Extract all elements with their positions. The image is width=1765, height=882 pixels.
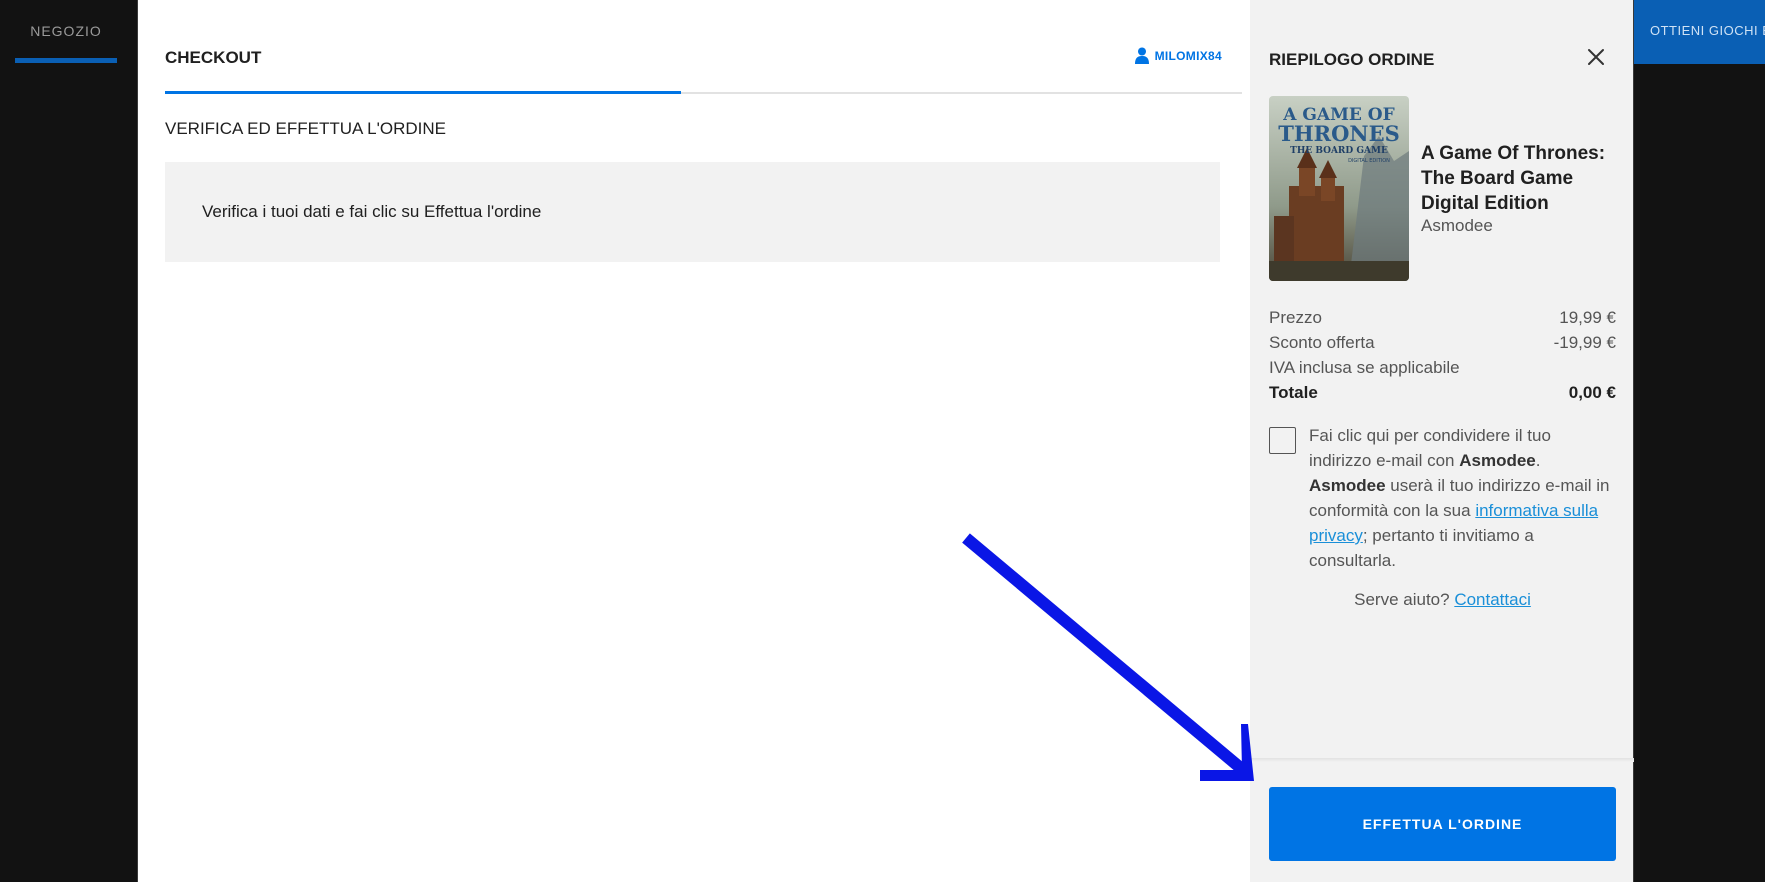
- help-line: Serve aiuto? Contattaci: [1269, 590, 1616, 610]
- nav-active-indicator: [15, 58, 117, 63]
- svg-text:THE BOARD GAME: THE BOARD GAME: [1290, 146, 1388, 156]
- nav-store-tab[interactable]: NEGOZIO: [15, 0, 117, 64]
- total-value: 0,00 €: [1568, 383, 1616, 402]
- total-label: Totale: [1269, 383, 1318, 402]
- help-text: Serve aiuto?: [1354, 590, 1450, 609]
- nav-get-games-button[interactable]: OTTIENI GIOCHI EP: [1634, 0, 1765, 64]
- price-label: Prezzo: [1269, 308, 1322, 327]
- discount-value: -19,99 €: [1553, 333, 1616, 352]
- progress-active: [165, 91, 681, 94]
- footer-divider: [1250, 758, 1634, 762]
- discount-label: Sconto offerta: [1269, 333, 1375, 352]
- checkout-panel: CHECKOUT MILOMIX84 VERIFICA ED EFFETTUA …: [137, 0, 1250, 882]
- user-icon: [1134, 47, 1149, 64]
- total-row: Totale 0,00 €: [1269, 383, 1616, 403]
- summary-title: RIEPILOGO ORDINE: [1269, 50, 1435, 69]
- game-cover-image: A GAME OF THRONES THE BOARD GAME DIGITAL…: [1269, 96, 1409, 281]
- info-text: Verifica i tuoi dati e fai clic su Effet…: [202, 202, 542, 221]
- svg-text:THRONES: THRONES: [1278, 121, 1400, 146]
- consent-part2: .: [1535, 451, 1541, 470]
- price-row: Prezzo 19,99 €: [1269, 308, 1616, 328]
- vat-row: IVA inclusa se applicabile: [1269, 358, 1616, 378]
- username: MILOMIX84: [1154, 48, 1222, 63]
- contact-link[interactable]: Contattaci: [1454, 590, 1531, 609]
- svg-text:DIGITAL EDITION: DIGITAL EDITION: [1348, 158, 1390, 164]
- close-icon[interactable]: [1585, 46, 1607, 68]
- share-email-checkbox[interactable]: [1269, 427, 1296, 454]
- info-box: Verifica i tuoi dati e fai clic su Effet…: [165, 162, 1220, 262]
- account-indicator: MILOMIX84: [1134, 47, 1222, 64]
- publisher-name: Asmodee: [1421, 216, 1493, 235]
- order-summary-panel: RIEPILOGO ORDINE A GAME OF THRONES THE B…: [1250, 0, 1634, 882]
- consent-publisher: Asmodee: [1459, 451, 1536, 470]
- game-title: A Game Of Thrones: The Board Game Digita…: [1421, 143, 1606, 214]
- place-order-button[interactable]: EFFETTUA L'ORDINE: [1269, 787, 1616, 861]
- consent-publisher-2: Asmodee: [1309, 476, 1386, 495]
- discount-row: Sconto offerta -19,99 €: [1269, 333, 1616, 353]
- vat-label: IVA inclusa se applicabile: [1269, 358, 1460, 377]
- checkout-title: CHECKOUT: [165, 48, 262, 67]
- price-value: 19,99 €: [1559, 308, 1616, 327]
- consent-text: Fai clic qui per condividere il tuo indi…: [1309, 423, 1614, 573]
- section-title: VERIFICA ED EFFETTUA L'ORDINE: [165, 119, 446, 138]
